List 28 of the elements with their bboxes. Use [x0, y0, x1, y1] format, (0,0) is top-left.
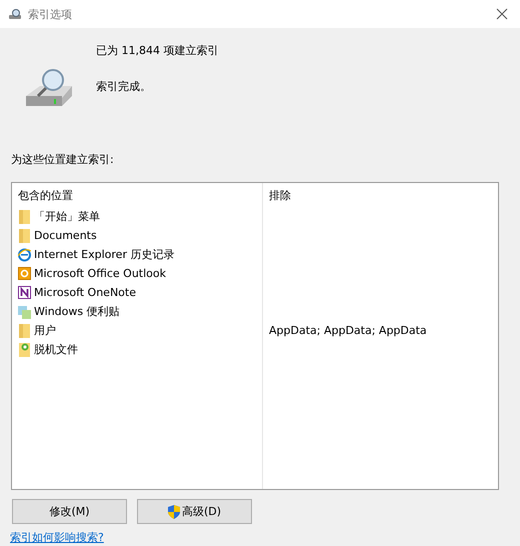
section-label: 为这些位置建立索引: [10, 152, 115, 167]
help-link[interactable]: 索引如何影响搜索? [10, 530, 104, 545]
modify-button[interactable]: 修改(M) [12, 499, 127, 524]
folder-icon [18, 323, 31, 338]
outlook-icon [18, 266, 31, 281]
close-icon[interactable] [496, 8, 508, 20]
location-name: 「开始」菜单 [34, 209, 100, 224]
search-drive-icon [8, 8, 22, 20]
column-header[interactable]: 包含的位置 [18, 183, 262, 207]
window-title: 索引选项 [28, 6, 72, 22]
column-header[interactable]: 排除 [269, 183, 427, 207]
advanced-button[interactable]: 高级(D) [137, 499, 252, 524]
index-status: 索引完成。 [96, 79, 152, 94]
location-name: 脱机文件 [34, 342, 78, 357]
location-name: Windows 便利贴 [34, 304, 120, 319]
sync-folder-icon [18, 342, 31, 357]
location-name: Microsoft Office Outlook [34, 267, 166, 280]
indexed-count: 已为 11,844 项建立索引 [96, 43, 218, 58]
folder-icon [18, 228, 31, 243]
globe-e-icon [18, 247, 31, 262]
folder-icon [18, 209, 31, 224]
excluded-folders: AppData; AppData; AppData [269, 324, 427, 337]
sticky-note-icon [18, 304, 31, 319]
onenote-icon [18, 285, 31, 300]
location-name: Documents [34, 229, 97, 242]
location-name: Microsoft OneNote [34, 286, 136, 299]
location-name: Internet Explorer 历史记录 [34, 247, 174, 262]
location-name: 用户 [34, 323, 56, 338]
